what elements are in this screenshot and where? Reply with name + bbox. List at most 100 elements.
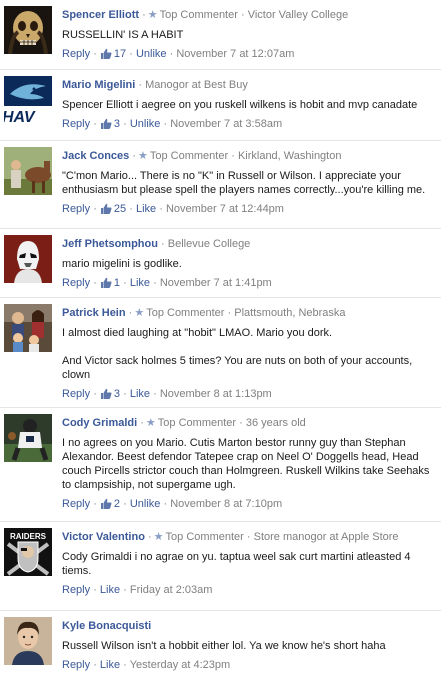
commenter-name[interactable]: Jeff Phetsomphou	[62, 238, 158, 250]
raiders-logo-icon: RAIDERS	[4, 528, 52, 576]
separator: ·	[93, 659, 97, 671]
thumbs-up-icon	[100, 203, 114, 215]
svg-text:RAIDERS: RAIDERS	[10, 532, 47, 541]
like-button[interactable]: Like	[130, 388, 150, 400]
avatar[interactable]	[4, 6, 52, 54]
separator: ·	[231, 150, 235, 162]
separator: ·	[161, 238, 165, 250]
unlike-button[interactable]: Unlike	[136, 48, 167, 60]
separator: ·	[140, 417, 144, 429]
separator: ·	[93, 498, 97, 510]
avatar[interactable]	[4, 235, 52, 283]
like-button[interactable]: Like	[130, 277, 150, 289]
like-button[interactable]: Like	[100, 584, 120, 596]
reply-button[interactable]: Reply	[62, 659, 90, 671]
separator: ·	[240, 9, 245, 21]
commenter-name[interactable]: Mario Migelini	[62, 79, 135, 91]
comment-feed: Spencer Elliott · ★ Top Commenter · Victor…	[0, 0, 441, 687]
comment-body: Cody Grimaldi · ★ Top Commenter · 36 years…	[62, 416, 435, 511]
separator: ·	[123, 584, 127, 596]
commenter-affiliation: Victor Valley College	[247, 9, 349, 21]
top-commenter-star-icon: ★	[134, 307, 145, 319]
comment-content: I almost died laughing at "hobit" LMAO. …	[62, 326, 435, 382]
like-button[interactable]: Like	[100, 659, 120, 671]
separator: ·	[93, 203, 97, 215]
commenter-affiliation: Manogor at Best Buy	[145, 79, 248, 91]
reply-button[interactable]: Reply	[62, 277, 90, 289]
comment-body: Jeff Phetsomphou · Bellevue College mari…	[62, 237, 435, 290]
unlike-button[interactable]: Unlike	[130, 118, 161, 130]
avatar[interactable]	[4, 304, 52, 352]
skull-icon	[4, 6, 52, 54]
separator: ·	[169, 48, 174, 60]
commenter-name[interactable]: Jack Conces	[62, 150, 129, 162]
comment-timestamp[interactable]: November 7 at 12:44pm	[166, 203, 284, 215]
reply-button[interactable]: Reply	[62, 388, 90, 400]
comment-text: I no agrees on you Mario. Cutis Marton b…	[62, 437, 430, 491]
reply-button[interactable]: Reply	[62, 498, 90, 510]
commenter-name[interactable]: Cody Grimaldi	[62, 417, 137, 429]
commenter-affiliation: 36 years old	[245, 417, 306, 429]
reply-button[interactable]: Reply	[62, 48, 90, 60]
separator: ·	[142, 9, 146, 21]
comment-content: Spencer Elliott i aegree on you ruskell …	[62, 98, 435, 112]
comment-header: Victor Valentino · ★ Top Commenter · Store…	[62, 530, 435, 545]
unlike-button[interactable]: Unlike	[130, 498, 161, 510]
person-with-horse-icon	[4, 147, 52, 195]
top-commenter-badge: Top Commenter	[146, 307, 225, 319]
commenter-affiliation: Plattsmouth, Nebraska	[234, 307, 346, 319]
avatar[interactable]	[4, 147, 52, 195]
comment-body: Victor Valentino · ★ Top Commenter · Store…	[62, 530, 435, 597]
comment-text: mario migelini is godlike.	[62, 258, 182, 270]
separator: ·	[246, 531, 251, 543]
commenter-name[interactable]: Spencer Elliott	[62, 9, 139, 21]
comment-content: Russell Wilson isn't a hobbit either lol…	[62, 639, 435, 653]
reply-button[interactable]: Reply	[62, 584, 90, 596]
commenter-name[interactable]: Kyle Bonacquisti	[62, 620, 151, 632]
commenter-name[interactable]: Patrick Hein	[62, 307, 126, 319]
avatar[interactable]	[4, 617, 52, 665]
reply-button[interactable]: Reply	[62, 203, 90, 215]
comment-timestamp[interactable]: Yesterday at 4:23pm	[130, 659, 231, 671]
comment-timestamp[interactable]: November 7 at 12:07am	[176, 48, 294, 60]
comment-timestamp[interactable]: November 7 at 1:41pm	[160, 277, 272, 289]
like-count-value: 17	[113, 48, 127, 60]
separator: ·	[148, 531, 152, 543]
reply-button[interactable]: Reply	[62, 118, 90, 130]
top-commenter-star-icon: ★	[145, 417, 156, 429]
avatar[interactable]: RAIDERS	[4, 528, 52, 576]
comment-timestamp[interactable]: Friday at 2:03am	[130, 584, 213, 596]
comment-item: Cody Grimaldi · ★ Top Commenter · 36 years…	[0, 408, 441, 522]
top-commenter-star-icon: ★	[153, 531, 164, 543]
like-count-value: 3	[113, 388, 121, 400]
comment-content: "C'mon Mario... There is no "K" in Russe…	[62, 169, 435, 197]
like-count[interactable]: 1	[100, 277, 120, 289]
comment-timestamp[interactable]: November 8 at 7:10pm	[170, 498, 282, 510]
seahawks-logo-icon: HAV	[4, 76, 52, 124]
comment-text: "C'mon Mario... There is no "K" in Russe…	[62, 170, 426, 196]
separator: ·	[123, 277, 127, 289]
separator: ·	[153, 388, 157, 400]
like-count[interactable]: 2	[100, 498, 120, 510]
separator: ·	[123, 659, 127, 671]
like-count[interactable]: 25	[100, 203, 126, 215]
separator: ·	[93, 277, 97, 289]
avatar[interactable]	[4, 414, 52, 462]
like-count-value: 3	[113, 118, 121, 130]
comment-item: Kyle Bonacquisti Russell Wilson isn't a …	[0, 611, 441, 687]
like-count[interactable]: 17	[100, 48, 126, 60]
separator: ·	[132, 150, 136, 162]
avatar[interactable]: HAV	[4, 76, 52, 124]
comment-timestamp[interactable]: November 8 at 1:13pm	[160, 388, 272, 400]
commenter-name[interactable]: Victor Valentino	[62, 531, 145, 543]
thumbs-up-icon	[100, 388, 114, 400]
like-count[interactable]: 3	[100, 118, 120, 130]
comment-timestamp[interactable]: November 7 at 3:58am	[170, 118, 282, 130]
separator: ·	[129, 203, 133, 215]
comment-content: I no agrees on you Mario. Cutis Marton b…	[62, 436, 435, 492]
like-button[interactable]: Like	[136, 203, 156, 215]
like-count-value: 2	[113, 498, 121, 510]
comment-header: Mario Migelini · Manogor at Best Buy	[62, 78, 435, 93]
comment-item: RAIDERS Victor Valentino · ★ Top Commenter…	[0, 522, 441, 611]
like-count[interactable]: 3	[100, 388, 120, 400]
